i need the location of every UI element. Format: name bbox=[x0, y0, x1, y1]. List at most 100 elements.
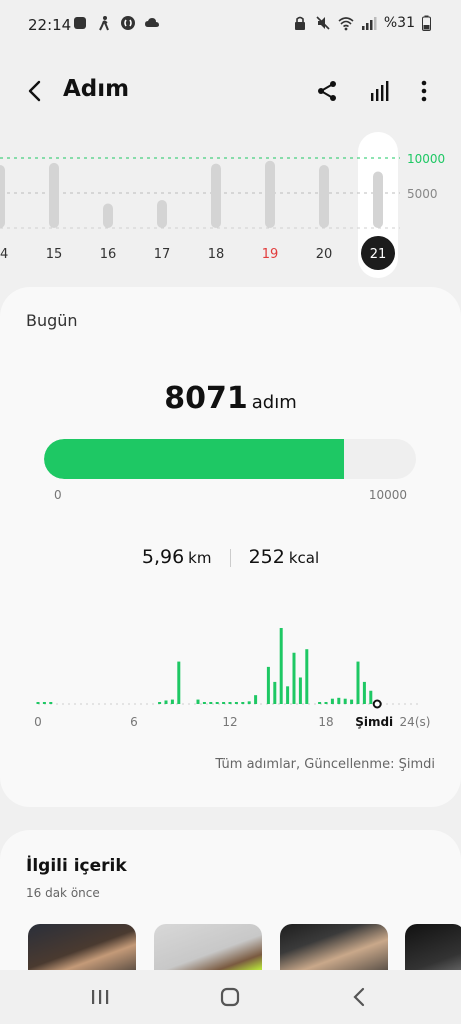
hourly-bar bbox=[228, 702, 232, 704]
hourly-bar bbox=[158, 702, 162, 704]
hourly-steps-chart[interactable]: 0 6 12 18 Şimdi 24(s) bbox=[0, 607, 461, 737]
steps-unit: adım bbox=[251, 392, 297, 413]
hourly-bar bbox=[222, 702, 226, 704]
hourly-bar bbox=[298, 677, 302, 704]
status-left-icons bbox=[72, 15, 160, 31]
week-bar[interactable] bbox=[373, 171, 383, 228]
hourly-bar bbox=[209, 702, 213, 704]
mute-icon bbox=[316, 16, 330, 30]
system-nav-bar bbox=[0, 970, 461, 1024]
hourly-x-label: 6 bbox=[130, 715, 138, 729]
week-bar[interactable] bbox=[319, 165, 329, 228]
hourly-bar bbox=[196, 699, 200, 704]
home-icon[interactable] bbox=[215, 984, 245, 1010]
hourly-bar bbox=[292, 652, 296, 704]
week-bar[interactable] bbox=[103, 203, 113, 229]
lock-icon bbox=[294, 16, 305, 30]
hourly-x-label: Şimdi bbox=[355, 715, 393, 729]
more-vertical-icon[interactable] bbox=[414, 78, 434, 104]
hourly-bar bbox=[356, 661, 360, 704]
hourly-bar bbox=[49, 702, 53, 704]
hourly-bar bbox=[234, 702, 238, 704]
share-icon[interactable] bbox=[314, 78, 340, 104]
hourly-bar bbox=[170, 699, 174, 704]
now-marker bbox=[372, 699, 382, 709]
week-day-label[interactable]: 14 bbox=[0, 247, 8, 262]
hourly-bar bbox=[36, 702, 40, 704]
mid-label: 5000 bbox=[407, 187, 438, 201]
hourly-bar bbox=[42, 702, 46, 704]
cloud-icon bbox=[145, 18, 159, 27]
today-card: Bugün 8071 adım 0 10000 5,96 km 252 kcal 0 6… bbox=[0, 287, 461, 807]
notification-icon bbox=[74, 17, 86, 29]
hourly-bar bbox=[305, 649, 309, 704]
app-bar: Adım bbox=[0, 66, 461, 116]
week-bar[interactable] bbox=[211, 163, 221, 228]
bar-chart-icon[interactable] bbox=[367, 78, 393, 104]
week-day-label[interactable]: 15 bbox=[46, 247, 63, 262]
recent-apps-icon[interactable] bbox=[85, 984, 115, 1010]
progress-max-label: 10000 bbox=[368, 488, 407, 502]
hourly-bar bbox=[241, 702, 245, 704]
hourly-bar bbox=[266, 666, 270, 704]
hourly-bar bbox=[202, 702, 206, 704]
week-day-label[interactable]: 16 bbox=[100, 247, 117, 262]
hourly-bar bbox=[330, 698, 334, 704]
week-bar[interactable] bbox=[0, 165, 5, 228]
related-time: 16 dak önce bbox=[26, 886, 100, 900]
week-day-label[interactable]: 20 bbox=[316, 247, 333, 262]
steps-progress-fill bbox=[44, 439, 345, 479]
hourly-x-label: 12 bbox=[222, 715, 237, 729]
hourly-bar bbox=[247, 701, 251, 704]
calories-unit: kcal bbox=[288, 549, 320, 567]
goal-label: 10000 bbox=[407, 152, 445, 166]
status-time: 22:14 bbox=[28, 16, 72, 34]
back-nav-icon[interactable] bbox=[345, 984, 375, 1010]
page-title: Adım bbox=[63, 76, 130, 102]
week-day-label[interactable]: 21 bbox=[370, 247, 387, 262]
battery-icon bbox=[422, 15, 431, 31]
week-day-label[interactable]: 17 bbox=[154, 247, 171, 262]
hourly-bar bbox=[362, 681, 366, 704]
distance-value: 5,96 bbox=[141, 546, 185, 568]
hourly-bar bbox=[286, 686, 290, 704]
hourly-bar bbox=[279, 628, 283, 704]
steps-progress-bar bbox=[44, 439, 416, 479]
hourly-bar bbox=[254, 695, 258, 704]
hourly-x-label: 24(s) bbox=[400, 715, 431, 729]
walk-icon bbox=[99, 16, 109, 31]
weekly-steps-chart[interactable]: 10000 5000 14 15 16 17 18 19 20 21 bbox=[0, 130, 461, 280]
hourly-bar bbox=[177, 661, 181, 704]
week-bar[interactable] bbox=[157, 200, 167, 228]
steps-summary: 8071 adım bbox=[0, 381, 461, 416]
shazam-icon bbox=[121, 16, 135, 30]
related-title: İlgili içerik bbox=[26, 856, 127, 876]
update-note: Tüm adımlar, Güncellenme: Şimdi bbox=[215, 757, 435, 772]
hourly-bar bbox=[273, 681, 277, 704]
distance-calories-row: 5,96 km 252 kcal bbox=[0, 546, 461, 568]
week-bar[interactable] bbox=[49, 162, 59, 228]
status-right: %31 bbox=[292, 15, 431, 31]
divider bbox=[229, 548, 231, 567]
hourly-bar bbox=[215, 702, 219, 704]
week-day-label[interactable]: 19 bbox=[262, 247, 279, 262]
hourly-x-label: 18 bbox=[318, 715, 333, 729]
hourly-x-label: 0 bbox=[34, 715, 42, 729]
battery-percent: %31 bbox=[383, 15, 415, 31]
hourly-bar bbox=[337, 697, 341, 704]
week-day-label[interactable]: 18 bbox=[208, 247, 225, 262]
calories-value: 252 bbox=[248, 546, 285, 568]
hourly-bar bbox=[369, 690, 373, 704]
steps-count: 8071 bbox=[164, 381, 248, 416]
progress-min-label: 0 bbox=[54, 488, 62, 502]
week-bar[interactable] bbox=[265, 160, 275, 228]
hourly-bar bbox=[324, 702, 328, 704]
back-icon[interactable] bbox=[20, 76, 50, 106]
wifi-icon bbox=[338, 17, 354, 31]
hourly-bar bbox=[350, 699, 354, 704]
hourly-bar bbox=[343, 698, 347, 704]
distance-unit: km bbox=[188, 549, 212, 567]
today-label: Bugün bbox=[26, 311, 78, 330]
signal-icon bbox=[361, 17, 377, 30]
hourly-bar bbox=[164, 700, 168, 704]
